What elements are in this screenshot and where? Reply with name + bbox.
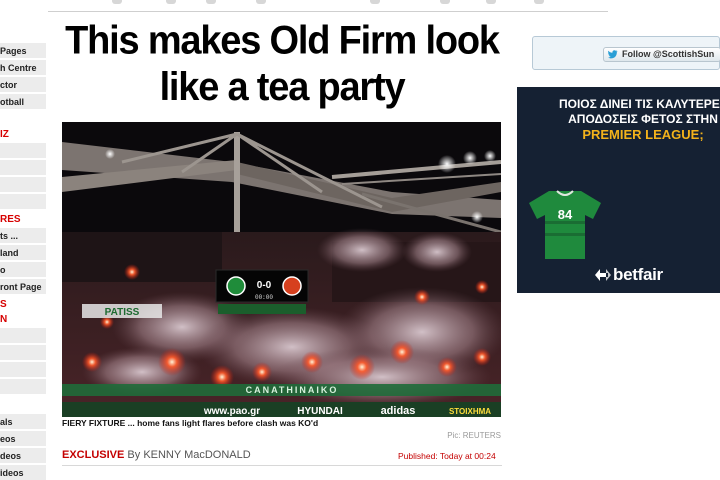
follow-label: Follow @ScottishSun <box>622 49 715 59</box>
nav-tab-stub[interactable] <box>486 0 496 4</box>
sidebar-nav-item-mid-2[interactable] <box>0 177 46 193</box>
nav-tab-stub[interactable] <box>440 0 450 4</box>
nav-tab-stub[interactable] <box>206 0 216 4</box>
nav-tab-stub[interactable] <box>166 0 176 4</box>
author-byline[interactable]: By KENNY MacDONALD <box>127 449 250 461</box>
left-sidebar-nav: Pages h Centre ctor otball IZ RES S Nts ... land… <box>0 40 47 480</box>
betfair-advert[interactable]: ΠΟΙΟΣ ΔΙΝΕΙ ΤΙΣ ΚΑΛΥΤΕΡΕΣ ΑΠΟΔΟΣΕΙΣ ΦΕΤΟ… <box>517 87 720 293</box>
stadium-flares-image: 0-0 00:00 PATISS CANATHINAIKO www.pao.gr… <box>62 122 501 417</box>
adboard-1: HYUNDAI <box>297 406 343 417</box>
sidebar-nav-item-mid-5[interactable]: land <box>0 245 46 261</box>
twitter-follow-button[interactable]: Follow @ScottishSun <box>603 47 720 62</box>
green-shirt-icon: 84 <box>529 190 601 259</box>
sidebar-nav-item-video-3[interactable]: ideos <box>0 465 46 480</box>
betfair-logo: betfair <box>613 265 663 284</box>
nav-tab-stub[interactable] <box>112 0 122 4</box>
shirt-number: 84 <box>558 207 573 222</box>
nav-tab-stub[interactable] <box>256 0 266 4</box>
sidebar-section-heading-3: N <box>0 314 8 325</box>
sidebar-nav-item-mid-8[interactable] <box>0 328 46 344</box>
stand-sign-text: CANATHINAIKO <box>246 385 339 395</box>
sidebar-nav-item-video-2[interactable]: deos <box>0 448 46 464</box>
article-photo[interactable]: 0-0 00:00 PATISS CANATHINAIKO www.pao.gr… <box>62 122 501 417</box>
twitter-follow-box: Follow @ScottishSun <box>532 36 720 70</box>
scoreboard-time: 00:00 <box>255 294 273 301</box>
published-time: Published: Today at 00:24 <box>398 451 496 461</box>
ad-headline-line-2: ΑΠΟΔΟΣΕΙΣ ΦΕΤΟΣ ΣΤΗΝ <box>568 112 718 126</box>
ad-headline-line-3: PREMIER LEAGUE; <box>582 127 704 142</box>
top-nav-strip <box>48 0 608 12</box>
exclusive-label: EXCLUSIVE <box>62 449 125 461</box>
nav-tab-stub[interactable] <box>534 0 544 4</box>
sidebar-section-heading-2: S <box>0 299 7 310</box>
sidebar-section-heading-1: RES <box>0 214 21 225</box>
nav-tab-stub[interactable] <box>370 0 380 4</box>
sidebar-nav-item-0[interactable]: Pages <box>0 43 46 59</box>
sidebar-nav-item-video-0[interactable]: als <box>0 414 46 430</box>
sidebar-nav-item-1[interactable]: h Centre <box>0 60 46 76</box>
divider <box>62 465 502 466</box>
sidebar-nav-item-mid-4[interactable]: ts ... <box>0 228 46 244</box>
sidebar-section-heading-0: IZ <box>0 129 9 140</box>
sidebar-nav-item-mid-9[interactable] <box>0 345 46 361</box>
adboard-3: STOIXHMA <box>449 407 491 416</box>
sidebar-nav-item-mid-6[interactable]: o <box>0 262 46 278</box>
article-headline: This makes Old Firm look like a tea part… <box>65 18 500 110</box>
sidebar-nav-item-mid-3[interactable] <box>0 194 46 210</box>
adboard-2: adidas <box>381 405 416 417</box>
ad-headline-line-1: ΠΟΙΟΣ ΔΙΝΕΙ ΤΙΣ ΚΑΛΥΤΕΡΕΣ <box>558 97 720 111</box>
sidebar-nav-item-mid-0[interactable] <box>0 143 46 159</box>
sidebar-nav-item-mid-7[interactable]: ront Page <box>0 279 46 295</box>
betfair-arrow-icon <box>595 269 611 281</box>
byline: EXCLUSIVE By KENNY MacDONALD <box>62 449 251 461</box>
sidebar-nav-item-3[interactable]: otball <box>0 94 46 110</box>
sidebar-nav-item-mid-10[interactable] <box>0 362 46 378</box>
sidebar-nav-item-video-1[interactable]: eos <box>0 431 46 447</box>
fan-banner-text: PATISS <box>105 307 140 318</box>
sidebar-nav-item-2[interactable]: ctor <box>0 77 46 93</box>
scoreboard-score: 0-0 <box>257 280 272 291</box>
twitter-bird-icon <box>608 50 618 59</box>
sidebar-nav-item-mid-11[interactable] <box>0 379 46 395</box>
photo-credit: Pic: REUTERS <box>447 431 501 440</box>
adboard-0: www.pao.gr <box>203 406 260 417</box>
sidebar-nav-item-mid-1[interactable] <box>0 160 46 176</box>
photo-caption: FIERY FIXTURE ... home fans light flares… <box>62 418 319 428</box>
